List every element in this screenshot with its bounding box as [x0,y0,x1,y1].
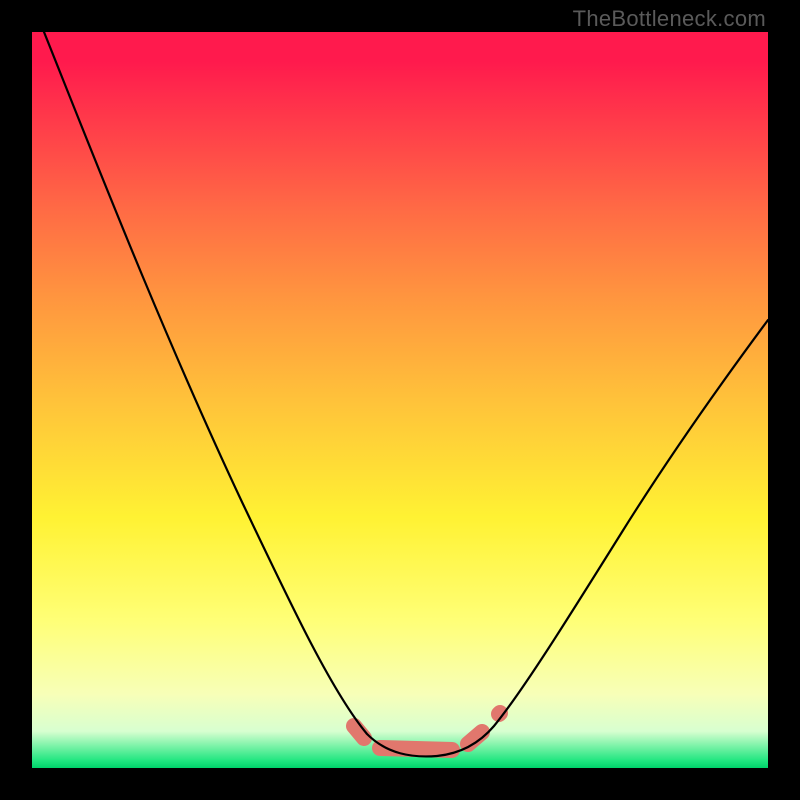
curve-svg [32,32,768,768]
plot-area [32,32,768,768]
trough-marker-dot-1 [499,713,500,714]
outer-frame: TheBottleneck.com [0,0,800,800]
watermark-text: TheBottleneck.com [573,6,766,32]
trough-highlight-group [354,713,500,750]
bottleneck-curve [44,32,768,756]
